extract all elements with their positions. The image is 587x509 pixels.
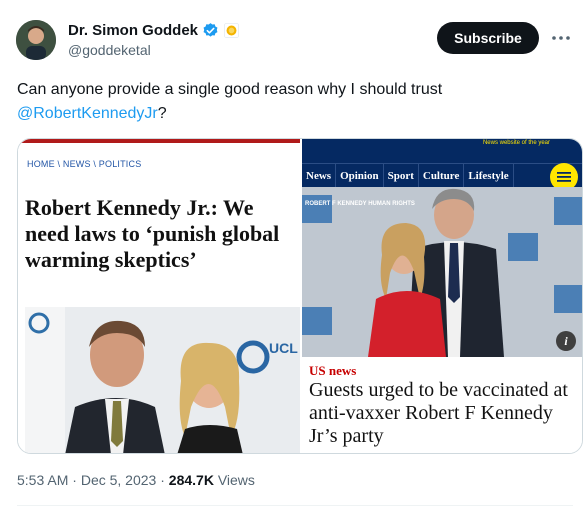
tweet-text-after: ? [157,105,167,122]
breadcrumb: HOME \ NEWS \ POLITICS [27,159,142,169]
tweet-text: Can anyone provide a single good reason … [17,78,557,126]
nav-item-lifestyle[interactable]: Lifestyle [464,163,514,188]
article-headline-right: Guests urged to be vaccinated at anti-va… [309,379,568,447]
affiliate-badge-icon[interactable] [223,22,240,39]
article-headline-left: Robert Kennedy Jr.: We need laws to ‘pun… [25,195,280,272]
mention-link[interactable]: @RobertKennedyJr [17,105,158,122]
views-count[interactable]: 284.7K [169,472,214,488]
avatar[interactable] [16,20,56,60]
site-accent-bar [18,139,300,143]
verified-badge-icon [203,23,218,37]
display-name-text: Dr. Simon Goddek [68,22,199,39]
tweet-text-before: Can anyone provide a single good reason … [17,81,443,98]
article-photo-right: ROBERT F KENNEDY HUMAN RIGHTS [302,187,582,357]
section-tag: US news [309,363,357,378]
tweet-media: HOME \ NEWS \ POLITICS Robert Kennedy Jr… [17,138,583,454]
author-names: Dr. Simon Goddek @goddeketal [68,22,240,58]
media-image-left[interactable]: HOME \ NEWS \ POLITICS Robert Kennedy Jr… [18,139,300,453]
photo-backdrop-label-right: ROBERT F KENNEDY HUMAN RIGHTS [305,201,415,207]
guardian-masthead: News website of the year [302,139,582,163]
views-label: Views [217,472,255,488]
nav-item-culture[interactable]: Culture [419,163,465,188]
media-image-right[interactable]: News website of the year News Opinion Sp… [302,139,582,453]
nav-item-opinion[interactable]: Opinion [336,163,384,188]
tweet-meta: 5:53 AM · Dec 5, 2023 · 284.7K Views [17,472,255,488]
subscribe-button[interactable]: Subscribe [437,22,539,54]
guardian-nav: News Opinion Sport Culture Lifestyle [302,163,582,188]
author-display-name[interactable]: Dr. Simon Goddek [68,22,240,39]
tweet-date[interactable]: Dec 5, 2023 [81,472,157,488]
nav-item-news[interactable]: News [302,163,337,188]
divider [17,505,573,506]
meta-separator: · [72,472,77,488]
tweet-header: Dr. Simon Goddek @goddeketal Subscribe [16,16,571,64]
more-horizontal-icon[interactable] [551,28,571,48]
nav-item-sport[interactable]: Sport [384,163,419,188]
photo-backdrop-label-left: UCL [269,340,298,356]
meta-separator: · [160,472,165,488]
info-icon[interactable]: i [556,331,576,351]
article-photo-left: UCL [25,307,300,453]
masthead-tagline: News website of the year [482,140,550,146]
author-handle[interactable]: @goddeketal [68,42,240,58]
tweet-time[interactable]: 5:53 AM [17,472,68,488]
